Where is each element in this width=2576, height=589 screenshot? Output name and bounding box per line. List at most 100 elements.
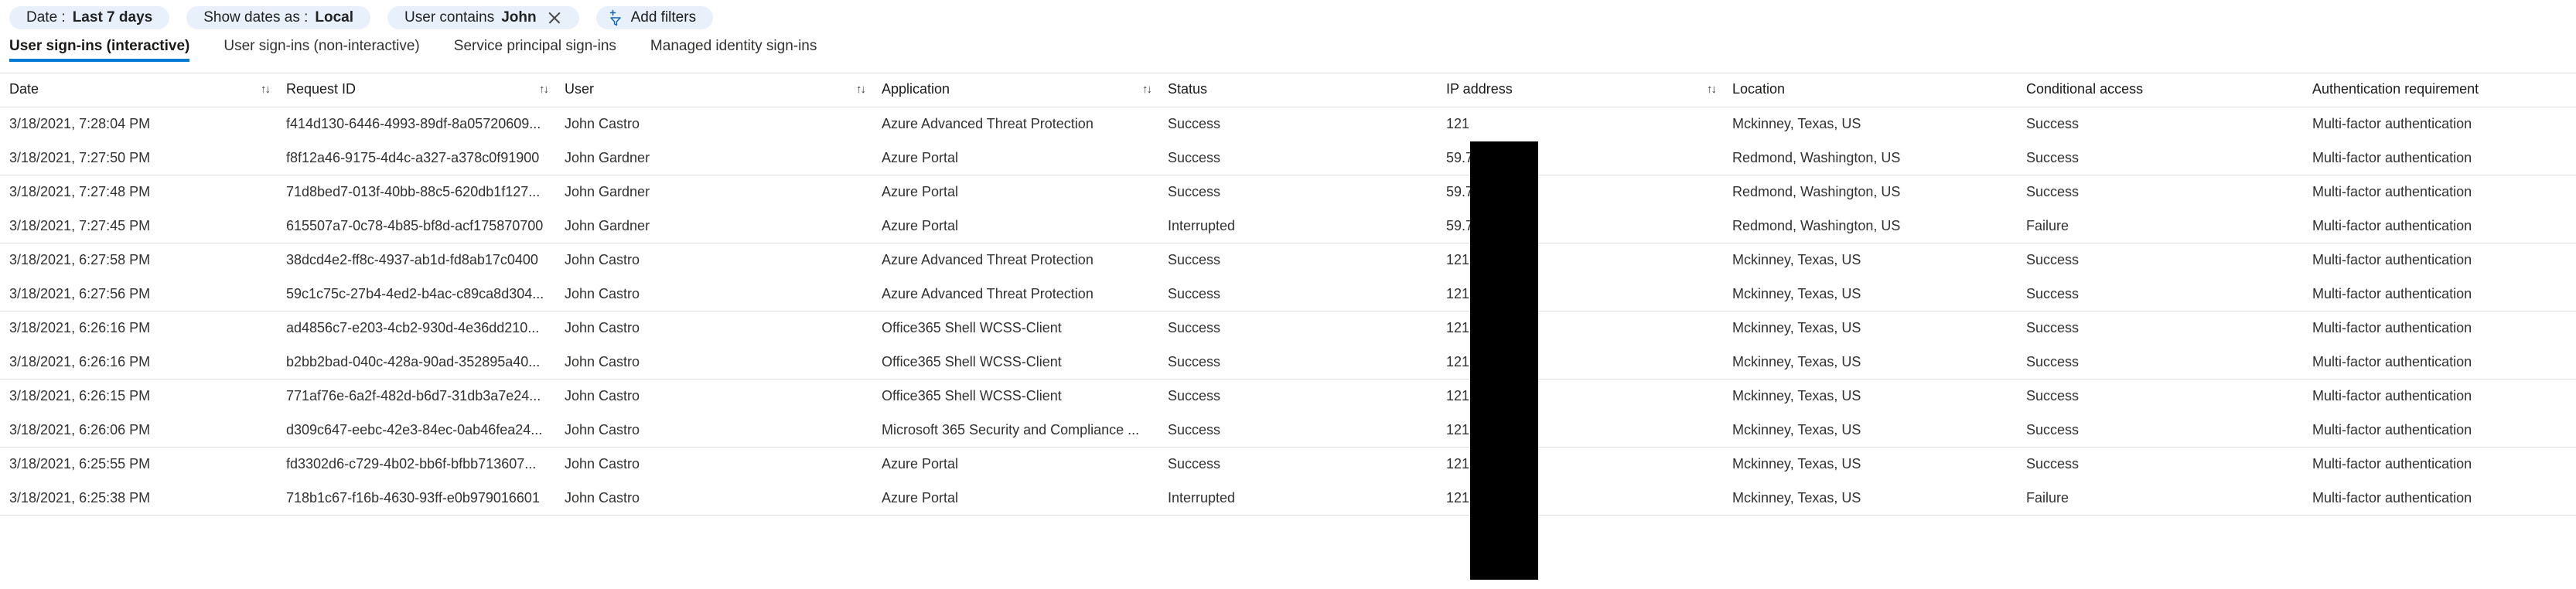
sort-arrows-icon[interactable]: ↑↓ bbox=[539, 83, 549, 96]
cell-user: John Gardner bbox=[565, 141, 882, 175]
table-header-row: Date ↑↓ Request ID ↑↓ User ↑↓ Application ↑↓ Sta… bbox=[0, 73, 2576, 107]
cell-status: Success bbox=[1168, 320, 1221, 335]
column-header-inner: Request ID ↑↓ bbox=[286, 81, 565, 97]
cell-status: Success bbox=[1168, 456, 1221, 472]
column-header-status[interactable]: Status bbox=[1168, 73, 1446, 107]
cell-authentication-requirement: Multi-factor authentication bbox=[2312, 116, 2472, 131]
filter-bar: Date : Last 7 days Show dates as : Local Use… bbox=[0, 0, 2576, 29]
cell-date: 3/18/2021, 6:27:58 PM bbox=[9, 252, 151, 267]
tab-label: Managed identity sign-ins bbox=[650, 38, 817, 54]
cell-user: John Castro bbox=[565, 481, 882, 516]
cell-date: 3/18/2021, 7:27:50 PM bbox=[0, 141, 286, 175]
filter-pill-show-dates-as[interactable]: Show dates as : Local bbox=[186, 6, 371, 29]
filter-pill-label: Show dates as : bbox=[203, 9, 309, 26]
filter-pill-label: Date : bbox=[26, 9, 66, 26]
column-header-inner: IP address ↑↓ bbox=[1446, 81, 1732, 97]
table-row[interactable]: 3/18/2021, 6:25:55 PM fd3302d6-c729-4b02-… bbox=[0, 448, 2576, 482]
close-icon[interactable] bbox=[548, 11, 562, 26]
cell-authentication-requirement: Multi-factor authentication bbox=[2312, 277, 2576, 312]
cell-user: John Castro bbox=[565, 252, 640, 267]
cell-location: Redmond, Washington, US bbox=[1732, 209, 2026, 243]
cell-status: Interrupted bbox=[1168, 481, 1446, 516]
tab-label: User sign-ins (non-interactive) bbox=[223, 38, 420, 54]
table-row[interactable]: 3/18/2021, 6:26:06 PM d309c647-eebc-42e3-… bbox=[0, 413, 2576, 448]
cell-location: Mckinney, Texas, US bbox=[1732, 456, 1861, 472]
cell-location: Mckinney, Texas, US bbox=[1732, 413, 2026, 448]
table-row[interactable]: 3/18/2021, 6:27:58 PM 38dcd4e2-ff8c-4937-… bbox=[0, 243, 2576, 277]
sort-arrows-icon[interactable]: ↑↓ bbox=[1142, 83, 1152, 96]
tab-user-sign-ins-interactive[interactable]: User sign-ins (interactive) bbox=[9, 38, 208, 62]
table-row[interactable]: 3/18/2021, 6:25:38 PM 718b1c67-f16b-4630-… bbox=[0, 481, 2576, 516]
column-header-request-id[interactable]: Request ID ↑↓ bbox=[286, 73, 565, 107]
table-row[interactable]: 3/18/2021, 7:28:04 PM f414d130-6446-4993-… bbox=[0, 107, 2576, 141]
column-header-inner: Location bbox=[1732, 81, 2026, 97]
filter-pill-user-contains[interactable]: User contains John bbox=[387, 6, 579, 29]
cell-date: 3/18/2021, 6:25:38 PM bbox=[0, 481, 286, 516]
filter-pill-date[interactable]: Date : Last 7 days bbox=[9, 6, 170, 29]
cell-location: Mckinney, Texas, US bbox=[1732, 345, 2026, 380]
cell-date: 3/18/2021, 6:26:15 PM bbox=[9, 388, 151, 403]
table-header: Date ↑↓ Request ID ↑↓ User ↑↓ Application ↑↓ Sta… bbox=[0, 73, 2576, 107]
sort-arrows-icon[interactable]: ↑↓ bbox=[261, 83, 271, 96]
column-header-inner: Authentication requirement bbox=[2312, 81, 2576, 97]
column-header-label: Request ID bbox=[286, 81, 357, 97]
cell-request-id: f414d130-6446-4993-89df-8a05720609... bbox=[286, 116, 541, 131]
cell-location: Mckinney, Texas, US bbox=[1732, 277, 2026, 312]
cell-request-id: fd3302d6-c729-4b02-bb6f-bfbb713607... bbox=[286, 456, 537, 472]
cell-application: Azure Portal bbox=[882, 481, 1168, 516]
cell-status: Success bbox=[1168, 184, 1221, 199]
cell-location: Mckinney, Texas, US bbox=[1732, 116, 1861, 131]
cell-request-id: b2bb2bad-040c-428a-90ad-352895a40... bbox=[286, 345, 565, 380]
cell-request-id: f8f12a46-9175-4d4c-a327-a378c0f91900 bbox=[286, 141, 565, 175]
cell-location: Redmond, Washington, US bbox=[1732, 141, 2026, 175]
table-row[interactable]: 3/18/2021, 6:27:56 PM 59c1c75c-27b4-4ed2-… bbox=[0, 277, 2576, 312]
cell-request-id: 615507a7-0c78-4b85-bf8d-acf175870700 bbox=[286, 209, 565, 243]
cell-application: Microsoft 365 Security and Compliance ..… bbox=[882, 413, 1168, 448]
cell-application: Azure Advanced Threat Protection bbox=[882, 277, 1168, 312]
table-row[interactable]: 3/18/2021, 6:26:16 PM ad4856c7-e203-4cb2-… bbox=[0, 312, 2576, 346]
table-row[interactable]: 3/18/2021, 7:27:45 PM 615507a7-0c78-4b85-… bbox=[0, 209, 2576, 243]
tab-managed-identity-sign-ins[interactable]: Managed identity sign-ins bbox=[650, 38, 835, 62]
column-header-date[interactable]: Date ↑↓ bbox=[0, 73, 286, 107]
cell-application: Office365 Shell WCSS-Client bbox=[882, 388, 1062, 403]
table-row[interactable]: 3/18/2021, 6:26:15 PM 771af76e-6a2f-482d-… bbox=[0, 380, 2576, 414]
column-header-label: Status bbox=[1168, 81, 1208, 97]
column-header-user[interactable]: User ↑↓ bbox=[565, 73, 882, 107]
table-row[interactable]: 3/18/2021, 6:26:16 PM b2bb2bad-040c-428a-… bbox=[0, 345, 2576, 380]
cell-authentication-requirement: Multi-factor authentication bbox=[2312, 320, 2472, 335]
cell-application: Azure Portal bbox=[882, 141, 1168, 175]
cell-user: John Castro bbox=[565, 413, 882, 448]
column-header-location[interactable]: Location bbox=[1732, 73, 2026, 107]
sort-arrows-icon[interactable]: ↑↓ bbox=[1707, 83, 1717, 96]
filter-pill-value: Last 7 days bbox=[72, 9, 153, 26]
table-row[interactable]: 3/18/2021, 7:27:48 PM 71d8bed7-013f-40bb-… bbox=[0, 175, 2576, 209]
cell-authentication-requirement: Multi-factor authentication bbox=[2312, 456, 2472, 472]
cell-status: Success bbox=[1168, 345, 1446, 380]
column-header-ip-address[interactable]: IP address ↑↓ bbox=[1446, 73, 1732, 107]
cell-user: John Gardner bbox=[565, 184, 650, 199]
cell-status: Interrupted bbox=[1168, 209, 1446, 243]
table-row[interactable]: 3/18/2021, 7:27:50 PM f8f12a46-9175-4d4c-… bbox=[0, 141, 2576, 175]
tab-user-sign-ins-non-interactive[interactable]: User sign-ins (non-interactive) bbox=[223, 38, 438, 62]
cell-user: John Castro bbox=[565, 116, 640, 131]
tab-service-principal-sign-ins[interactable]: Service principal sign-ins bbox=[454, 38, 635, 62]
column-header-conditional-access[interactable]: Conditional access bbox=[2026, 73, 2312, 107]
cell-application: Azure Portal bbox=[882, 209, 1168, 243]
cell-authentication-requirement: Multi-factor authentication bbox=[2312, 252, 2472, 267]
sort-arrows-icon[interactable]: ↑↓ bbox=[856, 83, 866, 96]
cell-user: John Castro bbox=[565, 345, 882, 380]
column-header-label: Authentication requirement bbox=[2312, 81, 2479, 97]
column-header-application[interactable]: Application ↑↓ bbox=[882, 73, 1168, 107]
cell-user: John Castro bbox=[565, 320, 640, 335]
cell-conditional-access: Failure bbox=[2026, 481, 2312, 516]
cell-location: Mckinney, Texas, US bbox=[1732, 252, 1861, 267]
column-header-authentication-requirement[interactable]: Authentication requirement bbox=[2312, 73, 2576, 107]
cell-conditional-access: Success bbox=[2026, 345, 2312, 380]
cell-location: Redmond, Washington, US bbox=[1732, 184, 1901, 199]
cell-authentication-requirement: Multi-factor authentication bbox=[2312, 413, 2576, 448]
add-filters-button[interactable]: Add filters bbox=[595, 6, 714, 29]
cell-application: Office365 Shell WCSS-Client bbox=[882, 345, 1168, 380]
cell-application: Azure Portal bbox=[882, 184, 959, 199]
filter-pill-value: John bbox=[501, 9, 537, 26]
cell-conditional-access: Success bbox=[2026, 320, 2080, 335]
